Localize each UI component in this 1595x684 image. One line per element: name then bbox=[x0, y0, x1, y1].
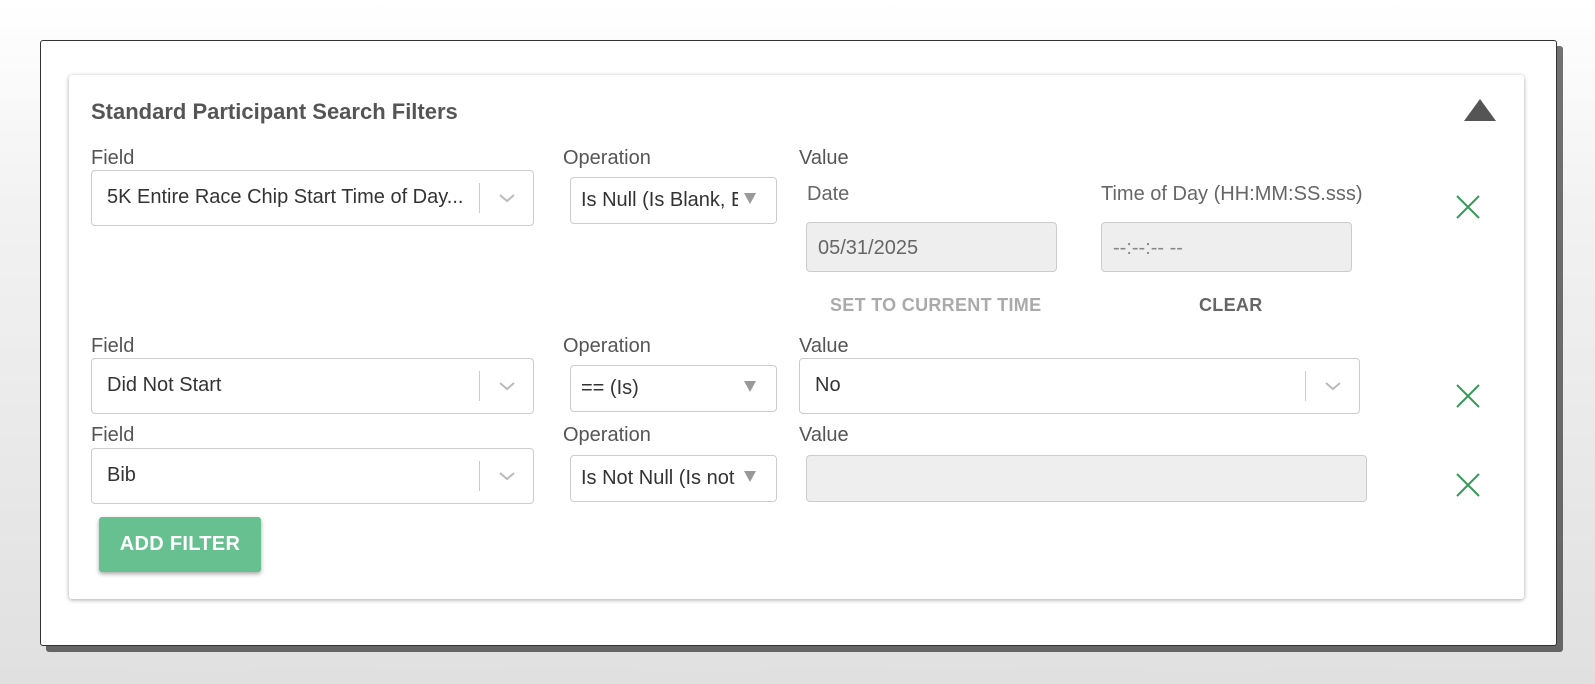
value-input[interactable] bbox=[806, 455, 1367, 502]
field-select[interactable]: Did Not Start bbox=[91, 358, 534, 414]
search-filters-panel: Standard Participant Search Filters Fiel… bbox=[69, 75, 1524, 599]
operation-select[interactable]: Is Null (Is Blank, Empty) bbox=[570, 177, 777, 224]
chevron-down-icon[interactable] bbox=[1322, 377, 1344, 395]
operation-select-value: == (Is) bbox=[581, 377, 639, 399]
dropdown-arrow-icon bbox=[744, 193, 756, 204]
field-select[interactable]: Bib bbox=[91, 448, 534, 504]
time-of-day-input[interactable]: --:--:-- -- bbox=[1101, 222, 1352, 272]
chevron-down-icon[interactable] bbox=[496, 467, 518, 485]
field-label: Field bbox=[91, 335, 135, 357]
field-select-value: 5K Entire Race Chip Start Time of Day... bbox=[107, 186, 464, 208]
dropdown-arrow-icon bbox=[744, 471, 756, 482]
chevron-down-icon[interactable] bbox=[496, 377, 518, 395]
value-label: Value bbox=[799, 424, 849, 446]
dropdown-arrow-icon bbox=[744, 381, 756, 392]
operation-label: Operation bbox=[563, 147, 651, 169]
value-select-value: No bbox=[815, 374, 841, 396]
select-separator bbox=[479, 371, 480, 401]
date-input[interactable]: 05/31/2025 bbox=[806, 222, 1057, 272]
select-separator bbox=[479, 461, 480, 491]
collapse-panel-button[interactable] bbox=[1464, 99, 1496, 121]
date-input-value: 05/31/2025 bbox=[818, 237, 919, 259]
value-select[interactable]: No bbox=[799, 358, 1360, 414]
close-x-icon bbox=[1456, 473, 1480, 497]
close-x-icon bbox=[1456, 384, 1480, 408]
remove-filter-button[interactable] bbox=[1455, 194, 1481, 220]
select-separator bbox=[479, 183, 480, 213]
select-separator bbox=[1305, 371, 1306, 401]
panel-title: Standard Participant Search Filters bbox=[91, 99, 458, 124]
field-select-value: Did Not Start bbox=[107, 374, 222, 396]
value-label: Value bbox=[799, 335, 849, 357]
remove-filter-button[interactable] bbox=[1455, 472, 1481, 498]
clear-time-button[interactable]: CLEAR bbox=[1199, 295, 1263, 316]
field-label: Field bbox=[91, 424, 135, 446]
outer-frame: Standard Participant Search Filters Fiel… bbox=[40, 40, 1557, 646]
operation-label: Operation bbox=[563, 335, 651, 357]
remove-filter-button[interactable] bbox=[1455, 383, 1481, 409]
time-of-day-label: Time of Day (HH:MM:SS.sss) bbox=[1101, 183, 1363, 205]
operation-select[interactable]: == (Is) bbox=[570, 365, 777, 412]
operation-select[interactable]: Is Not Null (Is not Blank) bbox=[570, 455, 777, 502]
triangle-up-icon bbox=[1464, 99, 1496, 121]
set-to-current-time-button[interactable]: SET TO CURRENT TIME bbox=[830, 295, 1041, 316]
chevron-down-icon[interactable] bbox=[496, 189, 518, 207]
field-select-value: Bib bbox=[107, 464, 136, 486]
field-label: Field bbox=[91, 147, 135, 169]
close-x-icon bbox=[1456, 195, 1480, 219]
operation-label: Operation bbox=[563, 424, 651, 446]
value-label: Value bbox=[799, 147, 849, 169]
add-filter-button[interactable]: ADD FILTER bbox=[99, 517, 261, 572]
field-select[interactable]: 5K Entire Race Chip Start Time of Day... bbox=[91, 170, 534, 226]
date-label: Date bbox=[807, 183, 850, 205]
time-of-day-placeholder: --:--:-- -- bbox=[1113, 237, 1183, 259]
